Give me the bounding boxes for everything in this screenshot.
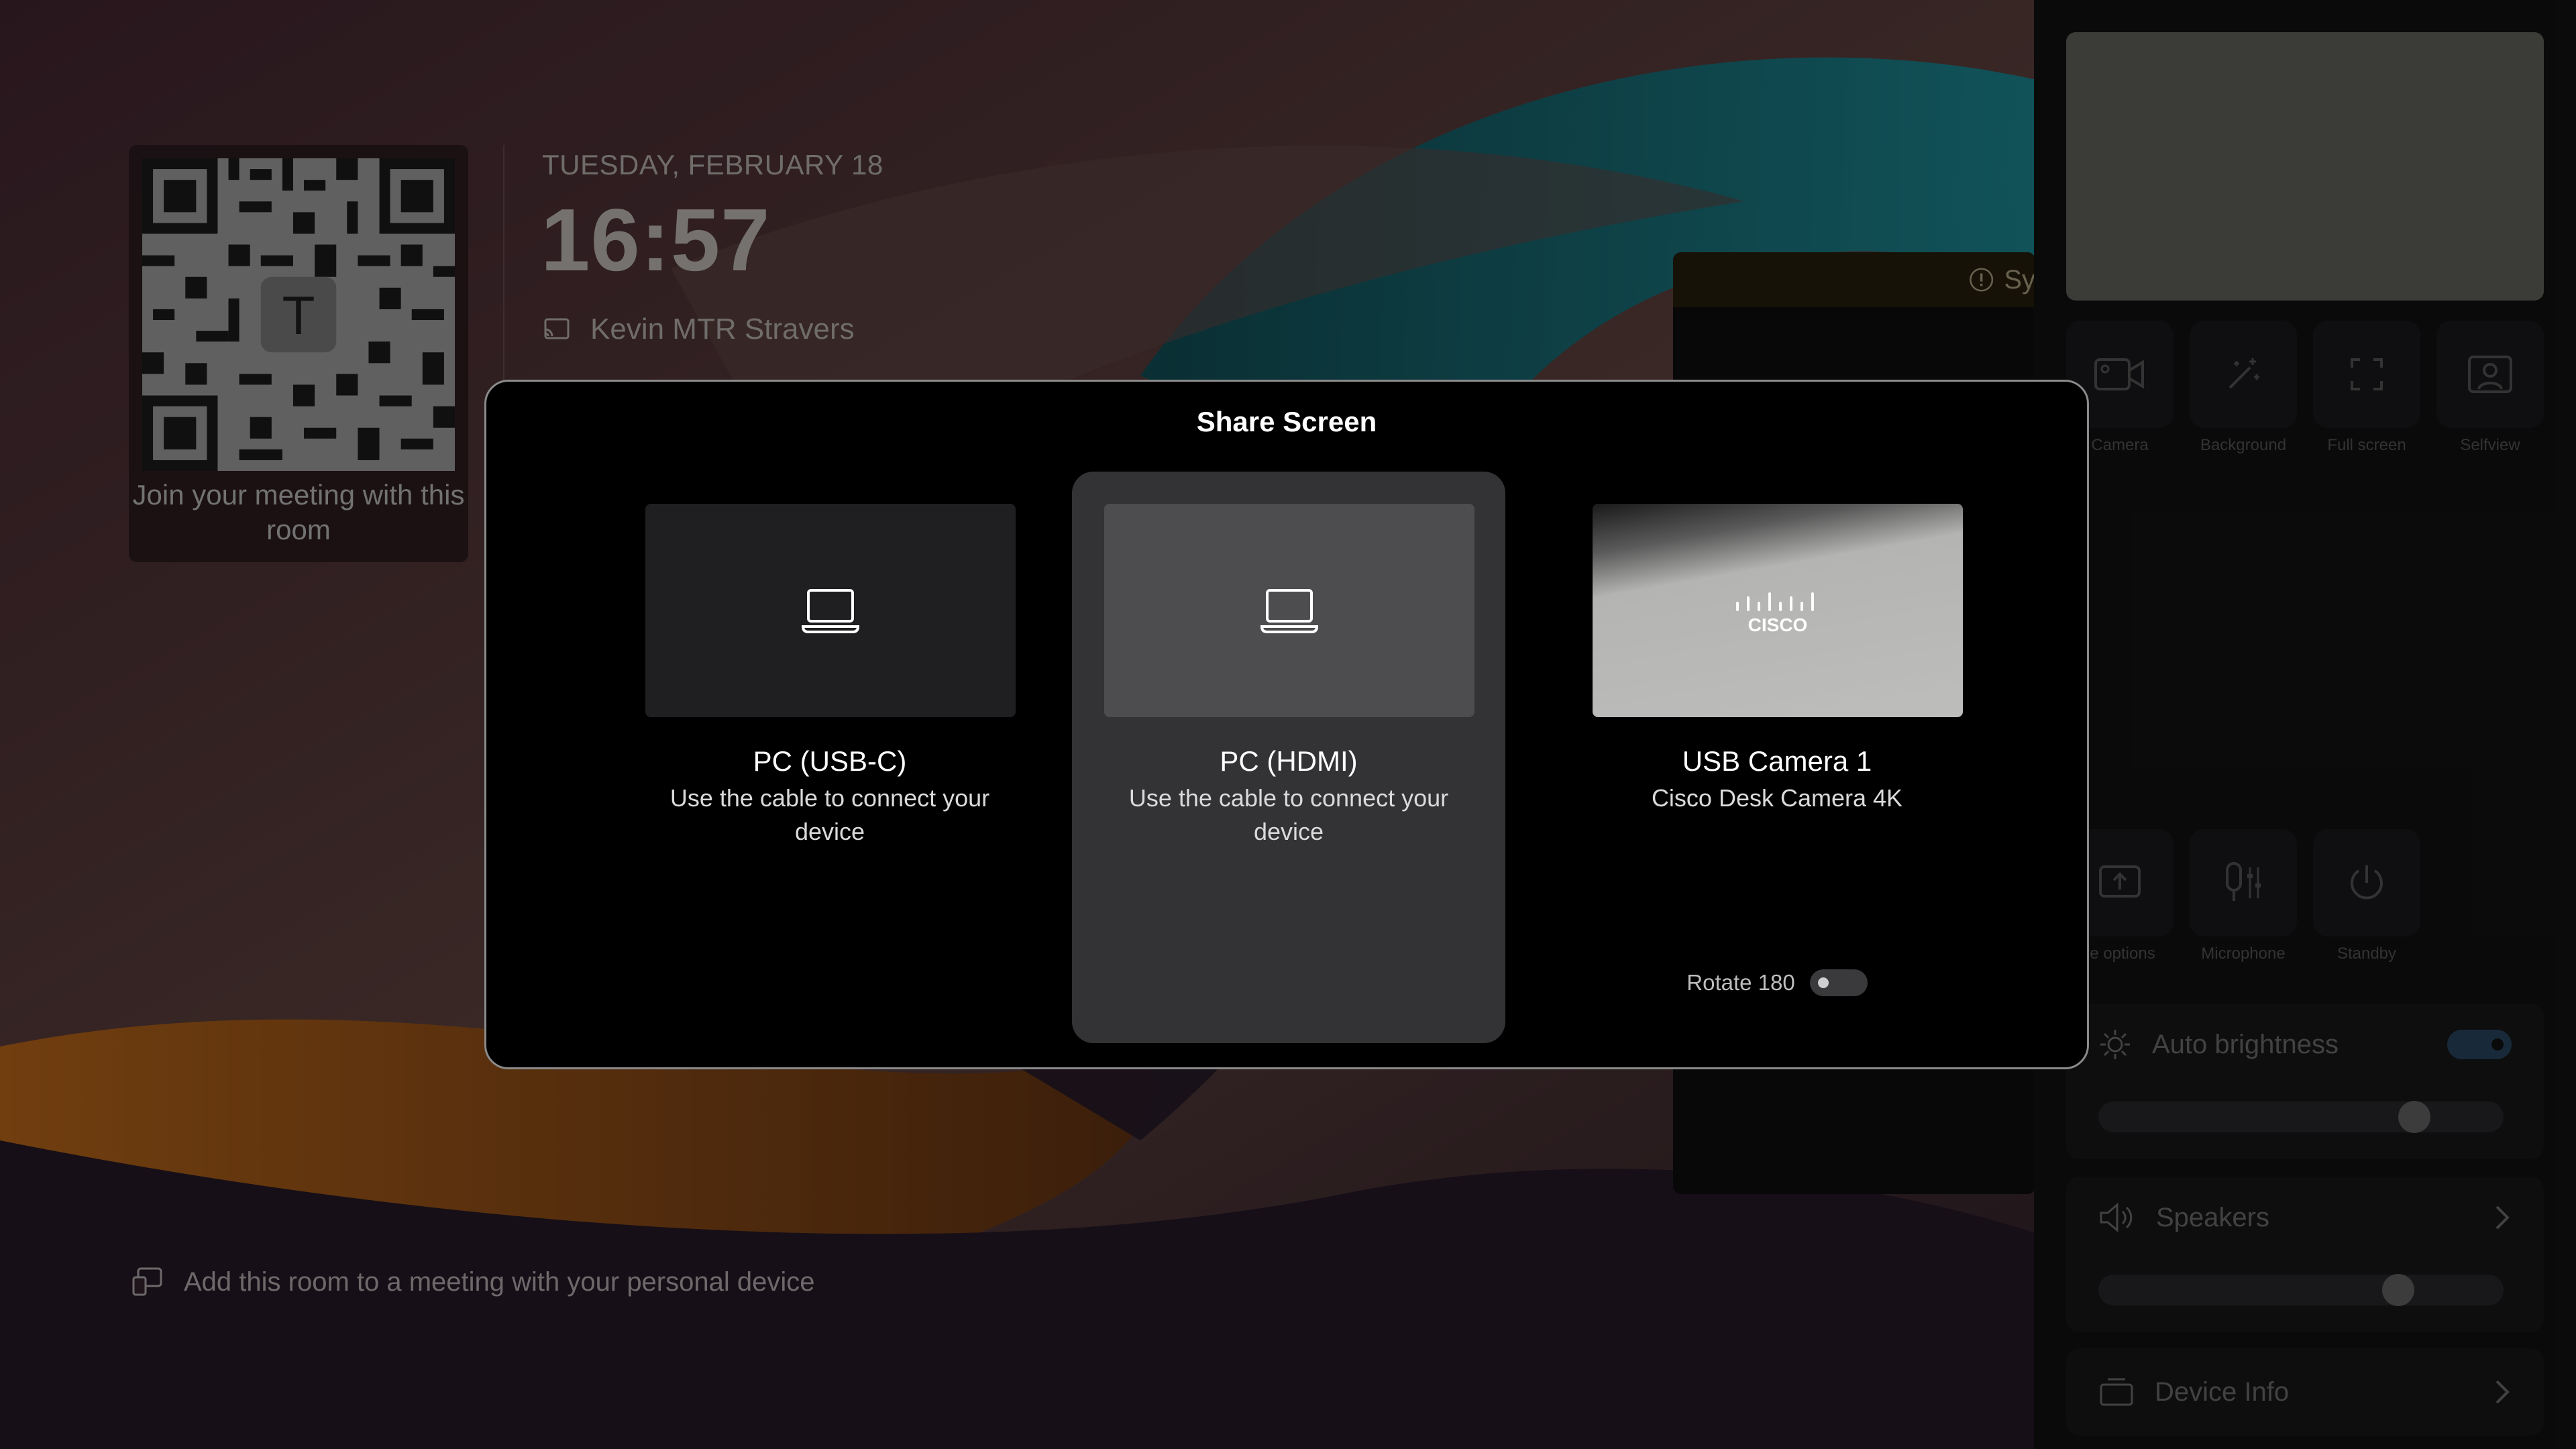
laptop-icon bbox=[1260, 589, 1319, 633]
share-screen-dialog: Share Screen PC (USB-C) Use the cable to… bbox=[484, 380, 2089, 1069]
source-pc-usbc[interactable]: PC (USB-C) Use the cable to connect your… bbox=[613, 472, 1046, 1043]
camera-preview: CISCO bbox=[1593, 504, 1963, 717]
source-thumbnail bbox=[645, 504, 1016, 717]
cisco-logo: CISCO bbox=[1736, 592, 1814, 635]
source-subtitle: Use the cable to connect your device bbox=[1128, 784, 1449, 845]
svg-text:CISCO: CISCO bbox=[1748, 614, 1808, 635]
source-usb-camera[interactable]: CISCO USB Camera 1 Cisco Desk Camera 4K … bbox=[1560, 472, 1994, 1043]
source-title: PC (USB-C) bbox=[753, 745, 907, 777]
rotate-control: Rotate 180 bbox=[1560, 969, 1994, 996]
dialog-title: Share Screen bbox=[1196, 406, 1377, 437]
source-title: USB Camera 1 bbox=[1682, 745, 1872, 777]
laptop-icon bbox=[801, 589, 860, 633]
source-thumbnail bbox=[1104, 504, 1474, 717]
rotate-toggle[interactable] bbox=[1809, 969, 1868, 996]
source-subtitle: Use the cable to connect your device bbox=[669, 784, 990, 845]
source-pc-hdmi[interactable]: PC (HDMI) Use the cable to connect your … bbox=[1072, 472, 1505, 1043]
source-title: PC (HDMI) bbox=[1220, 745, 1358, 777]
rotate-label: Rotate 180 bbox=[1686, 970, 1795, 995]
source-subtitle: Cisco Desk Camera 4K bbox=[1651, 784, 1903, 812]
